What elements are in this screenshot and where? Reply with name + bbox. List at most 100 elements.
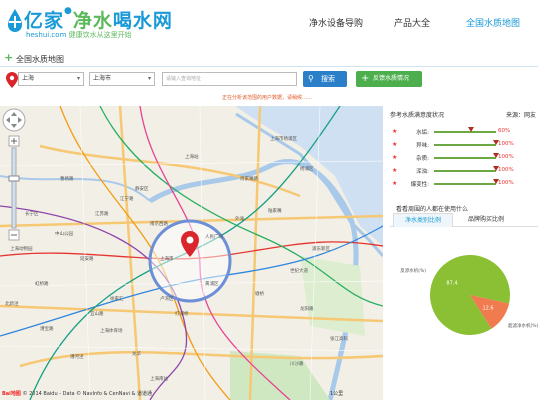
quality-value: 100% <box>498 180 514 186</box>
nav-item-products[interactable]: 产品大全 <box>394 16 430 29</box>
logo-slogan: 健康饮水从这里开始 <box>68 31 132 39</box>
search-toolbar: 上海 ▾ 上海市 ▾ 请输入查询地址 ⚲ 搜索 + 反馈水质情况 <box>0 68 538 92</box>
logo-text-part3: 喝水网 <box>112 10 173 32</box>
map-scale: 1公里 <box>330 391 344 397</box>
city-value: 上海市 <box>93 75 112 82</box>
pie-data-label: 87.4 <box>446 280 457 286</box>
quality-name: 浑浊: <box>416 169 429 175</box>
map-label: 打浦桥 <box>175 312 189 317</box>
map-label: 龙阳路 <box>300 307 314 312</box>
logo-domain: heshui.com <box>26 31 67 39</box>
map-label: 江苏路 <box>95 212 109 217</box>
quality-row: ★ 异味: 100% <box>390 139 538 151</box>
quality-value: 100% <box>498 154 514 160</box>
logo-text-part2: 净水 <box>72 10 113 32</box>
quality-title: 参考水质满意度状况 <box>390 112 445 119</box>
map-label: 上海体育场 <box>100 329 123 334</box>
search-button-label: 搜索 <box>321 75 335 83</box>
quality-name: 杂质: <box>416 156 429 162</box>
water-quality-map[interactable]: 上海站 上海市 江宁路 南京西路 人民广场 徐家汇 上海体育场 龙华 陆家嘴 世… <box>0 106 383 400</box>
map-label: 上海南站 <box>150 377 168 382</box>
loading-notice: 正在分析该范围的用户数据，请稍候…… <box>222 95 313 101</box>
map-label: 漕河泾 <box>70 355 84 360</box>
quality-source: 来源：网友 <box>505 112 536 119</box>
map-label: 北新泾 <box>5 302 19 307</box>
plus-icon: + <box>4 51 14 64</box>
baidu-logo: Bai地图 <box>2 391 21 397</box>
quality-marker-icon <box>468 127 475 132</box>
province-select[interactable]: 上海 ▾ <box>18 72 84 86</box>
map-label: 上海站 <box>185 155 199 160</box>
tab-purifier-types[interactable]: 净水类别比例 <box>393 213 453 227</box>
report-water-button[interactable]: + 反馈水质情况 <box>356 71 422 87</box>
pie-category-label: 反渗水机(%) <box>400 267 426 274</box>
pie-svg: 87.4 反渗水机(%) 12.6 超滤净水机(%) <box>400 255 538 335</box>
usage-subtitle: 看看周围的人都在使用什么 <box>396 206 469 213</box>
map-label: 人民广场 <box>205 235 223 240</box>
map-label: 张江高科 <box>330 337 348 342</box>
map-label: 延安路 <box>80 257 94 262</box>
map-label: 外滩 <box>235 217 244 222</box>
map-label: 宜山路 <box>90 312 104 317</box>
city-select[interactable]: 上海市 ▾ <box>89 72 155 86</box>
quality-row: ★ 杂质: 100% <box>390 152 538 164</box>
nav-item-purifier-guide[interactable]: 净水设备导购 <box>309 16 363 29</box>
map-label: 卢湾区 <box>160 297 174 302</box>
report-button-label: 反馈水质情况 <box>373 75 410 82</box>
search-button[interactable]: ⚲ 搜索 <box>303 71 347 87</box>
water-drop-icon <box>8 9 22 32</box>
quality-name: 爆变性: <box>410 182 429 188</box>
map-label: 世纪大道 <box>290 269 308 274</box>
map-label: 黄浦区 <box>205 282 219 287</box>
quality-bar <box>434 183 496 185</box>
tab-brand-share[interactable]: 品牌购买比例 <box>456 213 516 227</box>
map-label: 漕宝路 <box>40 327 54 332</box>
map-copyright: Bai地图 © 2014 Baidu - Data © NavInfo & Ce… <box>2 390 152 397</box>
quality-name: 水垢: <box>416 130 429 136</box>
quality-row: ★ 浑浊: 100% <box>390 165 538 177</box>
site-logo[interactable]: 亿家●净水喝水网 heshui.com 健康饮水从这里开始 <box>4 4 172 42</box>
map-label: 周家嘴路 <box>240 177 258 182</box>
quality-value: 100% <box>498 167 514 173</box>
map-label: 曹杨路 <box>60 177 74 182</box>
site-header: 亿家●净水喝水网 heshui.com 健康饮水从这里开始 净水设备导购 产品大… <box>0 0 538 48</box>
quality-panel: 参考水质满意度状况 来源：网友 ★ 水垢: 60% ★ 异味: 100% ★ 杂质: 100% ★… <box>390 110 538 400</box>
quality-bar <box>434 170 496 172</box>
province-value: 上海 <box>22 75 35 82</box>
location-pin-icon <box>6 72 18 88</box>
map-label: 虹桥路 <box>35 282 49 287</box>
pie-category-label: 超滤净水机(%) <box>508 322 538 329</box>
chevron-down-icon: ▾ <box>147 75 151 82</box>
nav-item-water-map[interactable]: 全国水质地图 <box>466 16 520 29</box>
quality-value: 60% <box>498 128 511 134</box>
quality-name: 异味: <box>416 143 429 149</box>
map-label: 陆家嘴 <box>268 209 282 214</box>
chevron-down-icon: ▾ <box>76 75 80 82</box>
quality-value: 100% <box>498 141 514 147</box>
plus-icon: + <box>361 73 370 84</box>
quality-bar <box>434 131 496 133</box>
star-icon: ★ <box>392 154 398 161</box>
map-label: 中山公园 <box>55 232 73 237</box>
map-label: 上海市 <box>160 257 174 262</box>
search-icon: ⚲ <box>308 74 314 83</box>
map-label: 上海动物园 <box>10 247 33 252</box>
star-icon: ★ <box>392 141 398 148</box>
map-label: 静安区 <box>135 187 149 192</box>
zoom-slider <box>11 147 17 229</box>
map-label: 南京西路 <box>150 222 168 227</box>
map-copyright-text: © 2014 Baidu - Data © NavInfo & CenNavi … <box>22 391 153 397</box>
divider <box>0 66 538 67</box>
address-input[interactable]: 请输入查询地址 <box>162 72 297 86</box>
quality-bar <box>434 157 496 159</box>
logo-text-part1: 亿家 <box>24 10 65 32</box>
map-navigation-control[interactable] <box>0 106 28 246</box>
map-label: 徐家汇 <box>110 297 124 302</box>
star-icon: ★ <box>392 167 398 174</box>
quality-bar <box>434 144 496 146</box>
map-label: 塘桥 <box>255 292 264 297</box>
map-canvas[interactable] <box>0 106 383 400</box>
map-label: 江宁路 <box>120 197 134 202</box>
map-label: 龙华 <box>132 352 141 357</box>
quality-row: ★ 水垢: 60% <box>390 126 538 138</box>
